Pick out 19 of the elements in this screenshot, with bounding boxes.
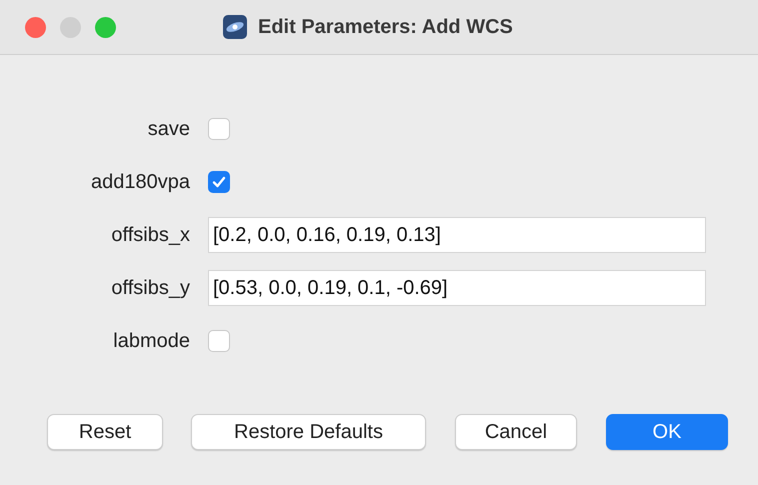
field-label: add180vpa bbox=[90, 170, 190, 194]
checkmark-icon bbox=[211, 174, 227, 190]
zoom-button[interactable] bbox=[95, 16, 116, 38]
dialog-button[interactable]: Cancel bbox=[455, 414, 577, 450]
dialog-button[interactable]: Reset bbox=[47, 414, 163, 450]
field-label: labmode bbox=[112, 330, 190, 352]
input-field[interactable]: [0.2, 0.0, 0.16, 0.19, 0.13] bbox=[208, 217, 706, 253]
field-label: offsibs_y bbox=[110, 276, 190, 300]
window-title: Edit Parameters: Add WCS bbox=[258, 16, 513, 38]
checkbox[interactable] bbox=[208, 118, 230, 140]
app-icon bbox=[222, 14, 248, 40]
checkbox[interactable] bbox=[208, 171, 230, 193]
close-button[interactable] bbox=[25, 16, 46, 38]
input-field[interactable]: [0.53, 0.0, 0.19, 0.1, -0.69] bbox=[208, 270, 706, 306]
dialog-button[interactable]: Restore Defaults bbox=[191, 414, 426, 450]
checkbox[interactable] bbox=[208, 330, 230, 352]
field-label: save bbox=[146, 118, 190, 140]
dialog-button[interactable]: OK bbox=[606, 414, 728, 450]
field-label: offsibs_x bbox=[110, 224, 190, 246]
